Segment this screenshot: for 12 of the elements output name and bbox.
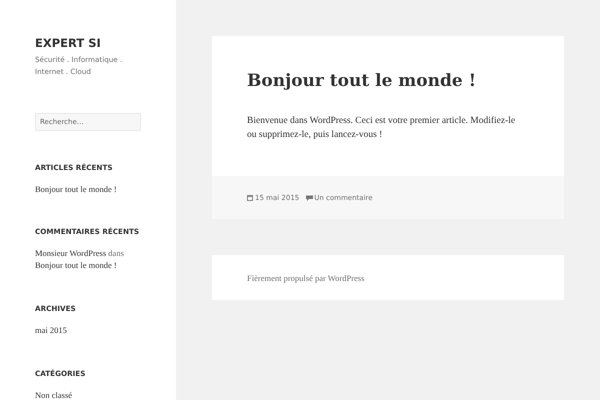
widget-link[interactable]: Bonjour tout le monde ! <box>35 183 176 195</box>
calendar-icon <box>247 194 253 200</box>
author-link[interactable]: Monsieur WordPress <box>35 248 106 258</box>
post-link[interactable]: Bonjour tout le monde ! <box>35 260 117 270</box>
post-title[interactable]: Bonjour tout le monde ! <box>247 69 529 93</box>
widget-link[interactable]: mai 2015 <box>35 324 176 336</box>
widget-link[interactable]: Non classé <box>35 389 176 400</box>
footer-credit-link[interactable]: Fièrement propulsé par WordPress <box>247 272 364 282</box>
site-title[interactable]: EXPERT SI <box>35 36 176 50</box>
post-body: Bienvenue dans WordPress. Ceci est votre premier article. Modifiez-le ou supprimez-le, puis lancez-vous ! <box>247 115 516 142</box>
recent-comment: Monsieur WordPress dans Bonjour tout le monde ! <box>35 247 125 271</box>
speech-bubble-icon <box>306 194 314 200</box>
